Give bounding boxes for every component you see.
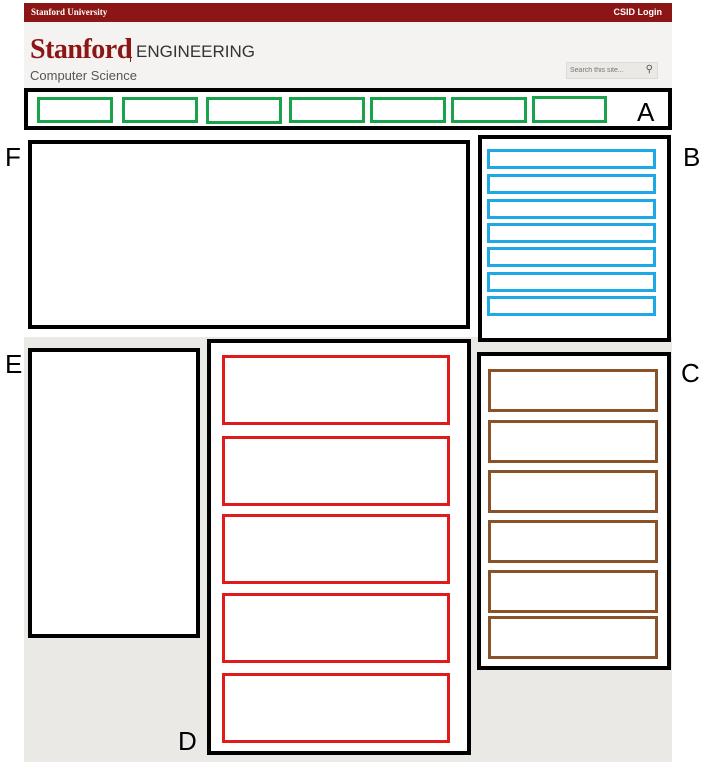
sidebar-link[interactable] bbox=[487, 174, 656, 194]
event-item[interactable] bbox=[488, 369, 658, 412]
nav-item[interactable] bbox=[370, 97, 446, 123]
nav-item[interactable] bbox=[37, 97, 113, 123]
news-item[interactable] bbox=[222, 355, 450, 425]
event-item[interactable] bbox=[488, 616, 658, 659]
university-bar: Stanford University CSID Login bbox=[24, 3, 672, 22]
label-c: C bbox=[681, 358, 700, 388]
sidebar-link[interactable] bbox=[487, 223, 656, 243]
site-header: Stanford ENGINEERING Computer Science ⚲ bbox=[24, 22, 672, 88]
event-item[interactable] bbox=[488, 570, 658, 613]
news-item[interactable] bbox=[222, 673, 450, 743]
label-b: B bbox=[683, 142, 701, 172]
news-item[interactable] bbox=[222, 436, 450, 506]
nav-item[interactable] bbox=[451, 97, 527, 123]
university-link[interactable]: Stanford University bbox=[31, 7, 107, 17]
sidebar-link[interactable] bbox=[487, 296, 656, 316]
event-item[interactable] bbox=[488, 420, 658, 463]
event-item[interactable] bbox=[488, 470, 658, 513]
region-f-feature bbox=[28, 140, 470, 329]
logo-divider bbox=[130, 38, 131, 62]
search-box: ⚲ bbox=[566, 62, 658, 79]
department-name[interactable]: Computer Science bbox=[30, 68, 137, 83]
sidebar-link[interactable] bbox=[487, 149, 656, 169]
search-input[interactable] bbox=[570, 63, 636, 78]
label-d: D bbox=[178, 726, 197, 756]
label-e: E bbox=[5, 349, 23, 379]
stanford-logo[interactable]: Stanford bbox=[30, 34, 132, 66]
sidebar-link[interactable] bbox=[487, 272, 656, 292]
nav-item[interactable] bbox=[122, 97, 198, 123]
engineering-logo[interactable]: ENGINEERING bbox=[136, 42, 255, 62]
news-item[interactable] bbox=[222, 593, 450, 663]
sidebar-link[interactable] bbox=[487, 247, 656, 267]
nav-item[interactable] bbox=[206, 97, 282, 124]
region-e-left-panel bbox=[28, 348, 200, 638]
label-a: A bbox=[637, 97, 655, 127]
nav-item[interactable] bbox=[532, 96, 607, 123]
nav-item[interactable] bbox=[289, 97, 365, 123]
label-f: F bbox=[5, 142, 21, 172]
sidebar-link[interactable] bbox=[487, 199, 656, 219]
news-item[interactable] bbox=[222, 514, 450, 584]
event-item[interactable] bbox=[488, 520, 658, 563]
login-link[interactable]: CSID Login bbox=[614, 7, 663, 17]
search-icon[interactable]: ⚲ bbox=[646, 64, 653, 75]
